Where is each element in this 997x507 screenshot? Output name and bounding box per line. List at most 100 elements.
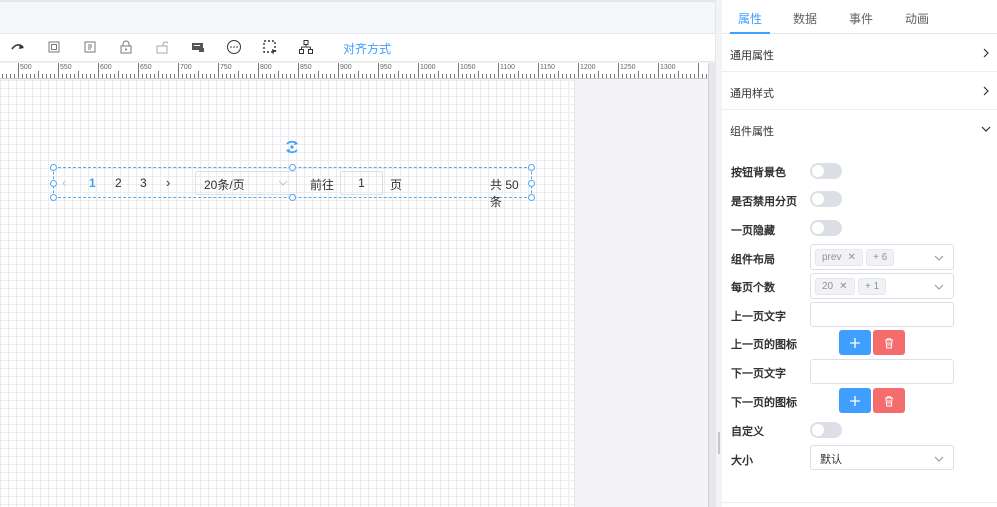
ruler-tick — [346, 74, 347, 78]
ruler-tick — [150, 74, 151, 78]
ruler-tick — [506, 74, 507, 78]
ruler-tick — [230, 74, 231, 78]
tab-events[interactable]: 事件 — [849, 10, 873, 27]
close-icon[interactable]: ✕ — [839, 281, 847, 292]
prev-text-input[interactable] — [810, 302, 954, 327]
paste-icon[interactable] — [80, 37, 100, 57]
page-number-1[interactable]: 1 — [89, 176, 96, 190]
ruler-tick — [478, 71, 479, 78]
jump-page-input[interactable]: 1 — [340, 171, 383, 195]
layout-label: 组件布局 — [731, 254, 775, 266]
select-area-icon[interactable] — [260, 37, 280, 57]
resize-handle-e[interactable] — [528, 180, 535, 187]
ruler-label: 1050 — [460, 64, 476, 71]
resize-handle-ne[interactable] — [528, 164, 535, 171]
unlock-icon[interactable] — [152, 37, 172, 57]
resize-handle-n[interactable] — [289, 164, 296, 171]
add-prev-icon-button[interactable] — [839, 330, 871, 355]
ruler-tick — [46, 74, 47, 78]
ruler-tick — [566, 74, 567, 78]
ruler-tick — [646, 74, 647, 78]
tab-data[interactable]: 数据 — [793, 10, 817, 27]
chevron-down-icon — [934, 456, 944, 462]
next-text-input[interactable] — [810, 359, 954, 384]
rotate-icon[interactable] — [283, 138, 301, 156]
redo-icon[interactable] — [8, 37, 28, 57]
tab-properties[interactable]: 属性 — [738, 10, 762, 27]
layout-select[interactable]: prev ✕ + 6 — [810, 244, 954, 270]
page-size-tag: 20 ✕ — [815, 278, 855, 295]
section-title[interactable]: 组件属性 — [730, 123, 774, 139]
custom-switch[interactable] — [810, 422, 842, 438]
ruler-tick — [126, 74, 127, 78]
page-number-3[interactable]: 3 — [140, 176, 147, 190]
ruler-tick — [62, 74, 63, 78]
ruler-tick — [398, 71, 399, 78]
resize-handle-se[interactable] — [528, 194, 535, 201]
ruler-tick — [222, 74, 223, 78]
page-size-multiselect[interactable]: 20 ✕ + 1 — [810, 273, 954, 299]
ruler-tick — [482, 74, 483, 78]
ruler-tick — [554, 74, 555, 78]
tag-text: 20 — [822, 281, 834, 292]
ruler-tick — [602, 74, 603, 78]
next-text-label: 下一页文字 — [731, 368, 786, 380]
size-select[interactable]: 默认 — [810, 445, 954, 470]
ruler-tick — [654, 74, 655, 78]
hide-single-page-switch[interactable] — [810, 220, 842, 236]
chevron-down-icon[interactable] — [981, 124, 991, 134]
ruler-tick — [354, 74, 355, 78]
ruler-tick — [422, 74, 423, 78]
ruler-tick — [38, 71, 39, 78]
resize-handle-w[interactable] — [50, 180, 57, 187]
page-size-select[interactable]: 20条/页 — [195, 171, 297, 195]
resize-handle-s[interactable] — [289, 194, 296, 201]
plus-icon — [850, 337, 860, 348]
layout-tag-more: + 6 — [866, 249, 895, 266]
more-icon[interactable] — [224, 37, 244, 57]
align-menu[interactable]: 对齐方式 — [343, 40, 391, 57]
editor-area: 对齐方式 500 550 600 650 700 750 800 850 900 950 1000 1… — [0, 0, 715, 507]
ruler-label: 1300 — [660, 64, 676, 71]
ruler-tick — [578, 63, 579, 78]
add-next-icon-button[interactable] — [839, 388, 871, 413]
close-icon[interactable]: ✕ — [847, 252, 855, 263]
total-count: 共 50 条 — [490, 178, 519, 209]
vertical-scrollbar[interactable] — [708, 63, 715, 507]
ruler-tick — [458, 63, 459, 78]
section-common-styles[interactable]: 通用样式 — [722, 73, 997, 110]
panel-resizer[interactable] — [715, 0, 722, 507]
ruler-tick — [98, 63, 99, 78]
ruler-tick — [118, 71, 119, 78]
ruler-tick — [30, 74, 31, 78]
ruler-tick — [254, 74, 255, 78]
copy-icon[interactable] — [44, 37, 64, 57]
ruler-tick — [650, 74, 651, 78]
next-page-button[interactable]: › — [166, 175, 170, 190]
chevron-right-icon — [983, 48, 989, 58]
page-number-2[interactable]: 2 — [115, 176, 122, 190]
preview-icon[interactable] — [188, 37, 208, 57]
prev-page-button[interactable]: ‹ — [62, 175, 66, 190]
next-icon-label: 下一页的图标 — [731, 397, 797, 409]
ruler-tick — [14, 74, 15, 78]
lock-icon[interactable] — [116, 37, 136, 57]
ruler-tick — [106, 74, 107, 78]
disable-paging-switch[interactable] — [810, 191, 842, 207]
ruler-tick — [58, 63, 59, 78]
resize-handle-sw[interactable] — [50, 194, 57, 201]
button-bg-switch[interactable] — [810, 163, 842, 179]
pagination-component[interactable]: ‹ 1 2 3 › 20条/页 前往 1 页 共 50 条 — [50, 164, 535, 209]
resizer-grip[interactable] — [718, 432, 720, 454]
hierarchy-icon[interactable] — [296, 37, 316, 57]
ruler-tick — [86, 74, 87, 78]
section-common-props[interactable]: 通用属性 — [722, 35, 997, 72]
layout-tag: prev ✕ — [815, 249, 863, 266]
ruler-tick — [274, 74, 275, 78]
tab-animation[interactable]: 动画 — [905, 10, 929, 27]
plus-icon — [850, 395, 860, 406]
resize-handle-nw[interactable] — [50, 164, 57, 171]
delete-prev-icon-button[interactable] — [873, 330, 905, 355]
canvas[interactable]: ‹ 1 2 3 › 20条/页 前往 1 页 共 50 条 — [0, 80, 708, 507]
delete-next-icon-button[interactable] — [873, 388, 905, 413]
